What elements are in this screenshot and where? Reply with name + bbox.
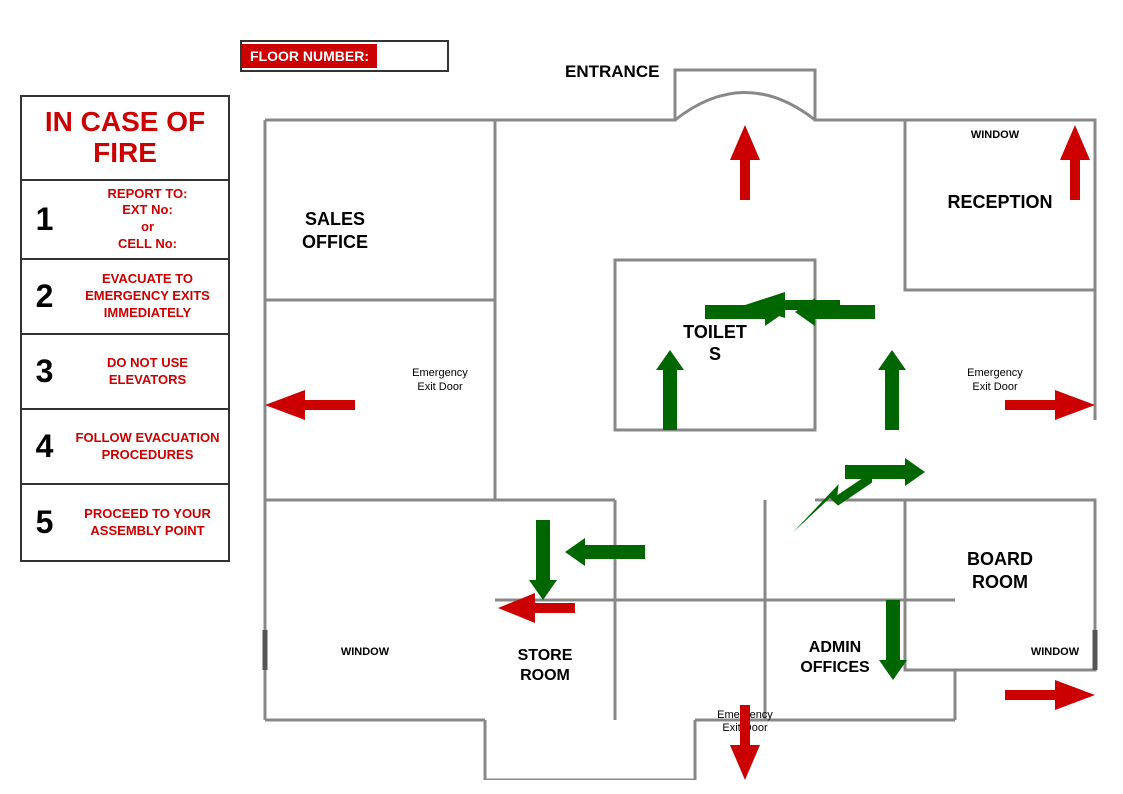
- green-arrow-up-toilet: [656, 350, 684, 430]
- red-arrow-step4: [498, 593, 575, 623]
- step-2-text: EVACUATE TO EMERGENCY EXITS IMMEDIATELY: [67, 266, 228, 327]
- window-left-label: WINDOW: [341, 646, 390, 658]
- step-5-text: PROCEED TO YOUR ASSEMBLY POINT: [67, 501, 228, 545]
- step-3-text: DO NOT USE ELEVATORS: [67, 350, 228, 394]
- step-2-number: 2: [22, 273, 67, 320]
- step-3-number: 3: [22, 348, 67, 395]
- store-room-label2: ROOM: [520, 667, 570, 684]
- board-room-label: BOARD: [967, 549, 1033, 569]
- green-arrow-down-left: [529, 520, 557, 600]
- green-arrow-down-right: [879, 600, 907, 680]
- emergency-exit-left-label2: Exit Door: [417, 381, 463, 393]
- toilet-label2: S: [709, 344, 721, 364]
- step-4-text: FOLLOW EVACUATION PROCEDURES: [67, 425, 228, 469]
- reception-label: RECEPTION: [947, 192, 1052, 212]
- emergency-exit-right-label2: Exit Door: [972, 381, 1018, 393]
- green-arrow-up-right: [878, 350, 906, 430]
- window-right-label: WINDOW: [1031, 646, 1080, 658]
- red-arrow-bottom-right: [1005, 680, 1095, 710]
- in-case-of-fire-title: IN CASE OF FIRE: [45, 106, 205, 168]
- step-5-row: 5 PROCEED TO YOUR ASSEMBLY POINT: [22, 485, 228, 560]
- sales-office-label: SALES: [305, 209, 365, 229]
- window-top-label: WINDOW: [971, 129, 1020, 141]
- toilet-label: TOILET: [683, 322, 747, 342]
- step-1-text: REPORT TO:EXT No:orCELL No:: [67, 181, 228, 259]
- step-4-number: 4: [22, 423, 67, 470]
- board-room-label2: ROOM: [972, 572, 1028, 592]
- admin-offices-label2: OFFICES: [800, 659, 870, 676]
- step-4-row: 4 FOLLOW EVACUATION PROCEDURES: [22, 410, 228, 485]
- step-2-row: 2 EVACUATE TO EMERGENCY EXITS IMMEDIATEL…: [22, 260, 228, 335]
- sales-office-label2: OFFICE: [302, 232, 368, 252]
- emergency-exit-left-label: Emergency: [412, 367, 468, 379]
- step-1-number: 1: [22, 196, 67, 243]
- red-arrow-exit-right: [1005, 390, 1095, 420]
- emergency-exit-right-label: Emergency: [967, 367, 1023, 379]
- admin-offices-label: ADMIN: [809, 639, 861, 656]
- green-arrow-diagonal: [782, 472, 882, 533]
- red-arrow-exit-left: [265, 390, 355, 420]
- step-5-number: 5: [22, 499, 67, 546]
- step-3-row: 3 DO NOT USE ELEVATORS: [22, 335, 228, 410]
- floor-plan: SALES OFFICE TOILET S RECEPTION BOARD RO…: [255, 60, 1105, 780]
- red-arrow-top-right: [1060, 125, 1090, 200]
- green-arrow-right-lower: [845, 458, 925, 486]
- red-arrow-entrance: [730, 125, 760, 200]
- left-panel: IN CASE OF FIRE 1 REPORT TO:EXT No:orCEL…: [20, 95, 230, 562]
- store-room-label: STORE: [518, 647, 573, 664]
- title-box: IN CASE OF FIRE: [22, 97, 228, 181]
- step-1-row: 1 REPORT TO:EXT No:orCELL No:: [22, 181, 228, 261]
- green-arrow-left-lower: [565, 538, 645, 566]
